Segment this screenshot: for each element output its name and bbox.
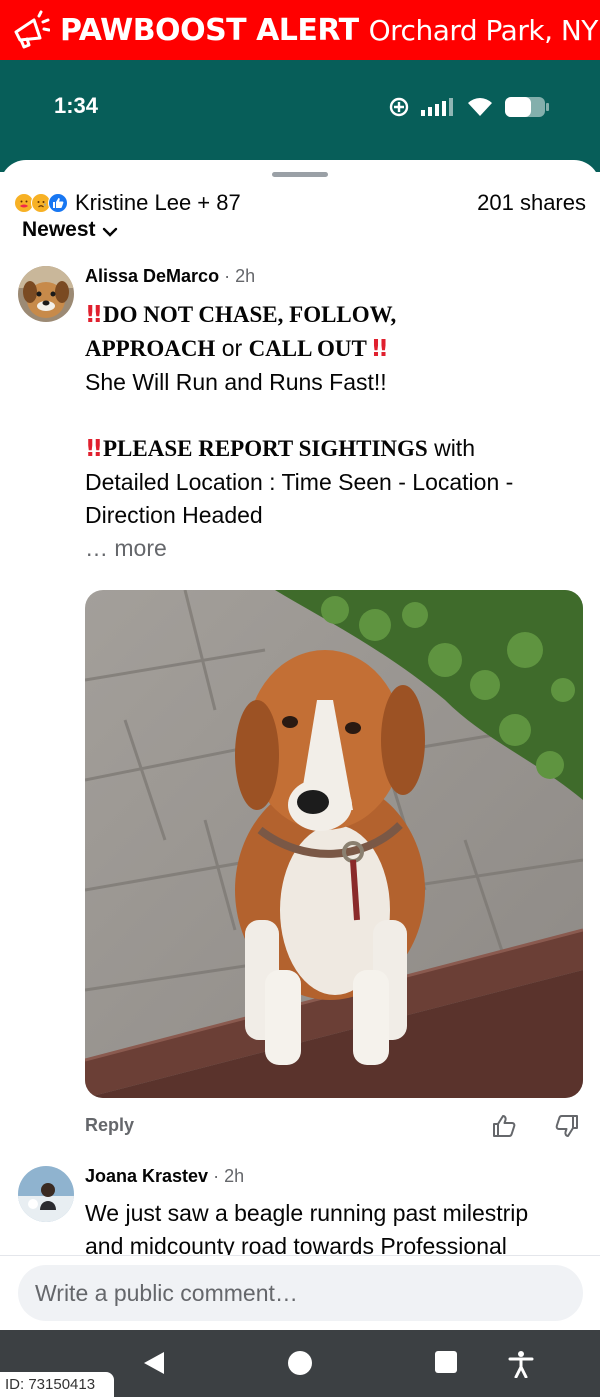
lost-dog-photo[interactable] <box>85 590 583 1098</box>
comment-author-name[interactable]: Alissa DeMarco <box>85 266 219 286</box>
double-exclamation-icon: !! <box>370 336 389 362</box>
shares-count[interactable]: 201 shares <box>477 190 586 216</box>
comment-blank-line <box>85 399 575 432</box>
comment-time: · 2h <box>213 1166 245 1186</box>
comment-bold-text: DO NOT CHASE, FOLLOW, <box>102 302 397 327</box>
double-exclamation-icon: !! <box>85 302 103 328</box>
avatar[interactable] <box>18 1166 74 1222</box>
alert-location: Orchard Park, NY <box>368 13 599 47</box>
status-time: 1:34 <box>54 93 99 118</box>
pawboost-alert-banner: PAWBOOST ALERT Orchard Park, NY <box>0 0 600 60</box>
comment-body: We just saw a beagle running past milest… <box>85 1197 575 1263</box>
sort-dropdown[interactable]: Newest <box>22 218 118 240</box>
recents-icon[interactable] <box>434 1350 458 1379</box>
megaphone-icon <box>8 8 52 52</box>
chevron-down-icon <box>102 227 117 237</box>
comment-author-name[interactable]: Joana Krastev <box>85 1166 208 1186</box>
comment-body: !! DO NOT CHASE, FOLLOW, APPROACH or CALL… <box>85 298 575 565</box>
comment-line: !! DO NOT CHASE, FOLLOW, <box>85 298 575 332</box>
comment-author[interactable]: Joana Krastev · 2h <box>85 1166 244 1187</box>
image-id-watermark: ID: 73150413 <box>0 1372 114 1397</box>
comment-text: with <box>427 435 475 461</box>
reply-button[interactable]: Reply <box>85 1115 134 1136</box>
avatar[interactable] <box>18 266 74 322</box>
comment-bold-text: APPROACH <box>85 336 216 361</box>
like-reaction-icon <box>48 193 68 213</box>
wifi-icon <box>466 96 494 123</box>
accessibility-icon[interactable] <box>508 1350 534 1383</box>
comment-input[interactable] <box>18 1265 583 1321</box>
back-icon[interactable] <box>142 1350 166 1381</box>
comment-author[interactable]: Alissa DeMarco · 2h <box>85 266 255 287</box>
comment-text: Detailed Location : Time Seen - Location… <box>85 469 514 495</box>
comment-line: APPROACH or CALL OUT!! <box>85 332 575 366</box>
comment-text: She Will Run and Runs Fast!! <box>85 369 387 395</box>
comment-bold-text: CALL OUT <box>248 336 367 361</box>
reactors-summary[interactable]: Kristine Lee + 87 <box>75 190 241 216</box>
status-icons <box>388 96 550 123</box>
battery-icon <box>504 96 550 123</box>
double-exclamation-icon: !! <box>85 436 103 462</box>
sheet-grab-handle[interactable] <box>272 172 328 177</box>
comments-sheet: Kristine Lee + 87 201 shares Newest Alis… <box>0 160 600 1330</box>
signal-icon <box>420 97 456 122</box>
see-more-link[interactable]: … more <box>85 532 575 565</box>
target-icon <box>388 96 410 123</box>
reaction-icons[interactable] <box>14 193 68 213</box>
comment-bold-text: PLEASE REPORT SIGHTINGS <box>102 436 428 461</box>
comment-line: !! PLEASE REPORT SIGHTINGS with <box>85 432 575 466</box>
comment-time: · 2h <box>224 266 256 286</box>
comment-text: Direction Headed <box>85 502 263 528</box>
alert-title: PAWBOOST ALERT <box>60 12 359 48</box>
reactions-row: Kristine Lee + 87 201 shares <box>14 188 586 218</box>
home-icon[interactable] <box>287 1350 313 1381</box>
comment-text: or <box>215 335 249 361</box>
thumbs-down-icon[interactable] <box>554 1113 580 1144</box>
comment-text: We just saw a beagle running past milest… <box>85 1200 529 1226</box>
sort-label: Newest <box>22 218 96 240</box>
phone-status-bar: 1:34 <box>0 60 600 172</box>
comment-composer <box>0 1255 600 1330</box>
thumbs-up-icon[interactable] <box>491 1113 517 1144</box>
